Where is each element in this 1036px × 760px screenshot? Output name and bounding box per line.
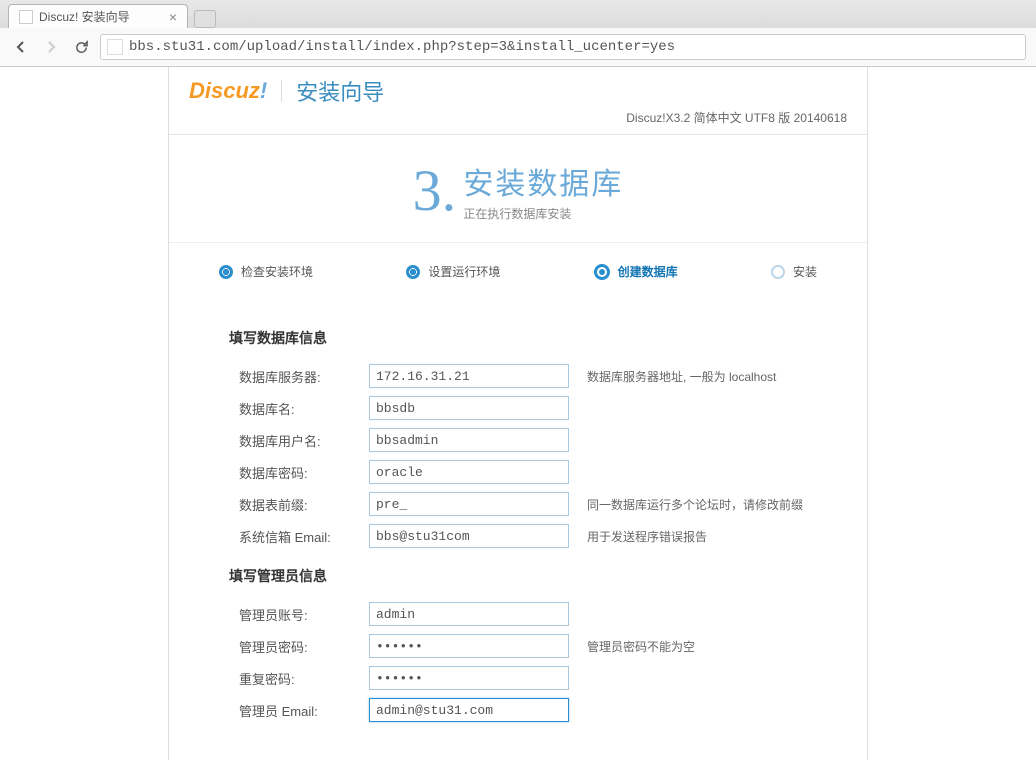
admin-pass-label: 管理员密码: (229, 637, 369, 656)
back-button[interactable] (10, 36, 32, 58)
step-dot-icon (771, 265, 785, 279)
discuz-logo: Discuz! (189, 78, 267, 104)
db-email-label: 系统信箱 Email: (229, 527, 369, 546)
step-subtitle: 正在执行数据库安装 (463, 205, 623, 222)
installer-panel: Discuz! 安装向导 Discuz!X3.2 简体中文 UTF8 版 201… (168, 67, 868, 760)
reload-button[interactable] (70, 36, 92, 58)
db-prefix-label: 数据表前缀: (229, 495, 369, 514)
page-content: Discuz! 安装向导 Discuz!X3.2 简体中文 UTF8 版 201… (0, 67, 1036, 760)
row-admin-pass: 管理员密码: 管理员密码不能为空 (229, 634, 807, 658)
progress-step-check: 检查安装环境 (219, 263, 313, 280)
step-dot-icon (219, 265, 233, 279)
page-icon (19, 10, 33, 24)
db-server-label: 数据库服务器: (229, 367, 369, 386)
progress-step-env: 设置运行环境 (406, 263, 500, 280)
admin-email-label: 管理员 Email: (229, 701, 369, 720)
db-user-label: 数据库用户名: (229, 431, 369, 450)
address-bar[interactable]: bbs.stu31.com/upload/install/index.php?s… (100, 34, 1026, 60)
step-dot-active-icon (594, 264, 610, 280)
row-db-server: 数据库服务器: 数据库服务器地址, 一般为 localhost (229, 364, 807, 388)
admin-user-input[interactable] (369, 602, 569, 626)
url-text: bbs.stu31.com/upload/install/index.php?s… (129, 39, 675, 55)
progress-step-install: 安装 (771, 263, 817, 280)
tab-bar: Discuz! 安装向导 × (0, 0, 1036, 28)
installer-header: Discuz! 安装向导 Discuz!X3.2 简体中文 UTF8 版 201… (169, 67, 867, 135)
row-db-user: 数据库用户名: (229, 428, 807, 452)
admin-email-input[interactable] (369, 698, 569, 722)
row-db-email: 系统信箱 Email: 用于发送程序错误报告 (229, 524, 807, 548)
row-db-name: 数据库名: (229, 396, 807, 420)
admin-pass-input[interactable] (369, 634, 569, 658)
db-email-input[interactable] (369, 524, 569, 548)
arrow-right-icon (43, 39, 59, 55)
row-admin-email: 管理员 Email: (229, 698, 807, 722)
new-tab-button[interactable] (194, 10, 216, 28)
close-icon[interactable]: × (169, 10, 177, 24)
forward-button[interactable] (40, 36, 62, 58)
page-icon (107, 39, 123, 55)
version-text: Discuz!X3.2 简体中文 UTF8 版 20140618 (189, 107, 847, 132)
step-dot-icon (406, 265, 420, 279)
db-name-input[interactable] (369, 396, 569, 420)
progress-steps: 检查安装环境 设置运行环境 创建数据库 安装 (169, 243, 867, 290)
row-db-prefix: 数据表前缀: 同一数据库运行多个论坛时，请修改前缀 (229, 492, 807, 516)
db-name-label: 数据库名: (229, 399, 369, 418)
section-db-title: 填写数据库信息 (229, 328, 807, 348)
form-area: 填写数据库信息 数据库服务器: 数据库服务器地址, 一般为 localhost … (169, 290, 867, 760)
step-number: 3. (413, 157, 457, 224)
nav-bar: bbs.stu31.com/upload/install/index.php?s… (0, 28, 1036, 66)
separator (281, 80, 282, 102)
brand: Discuz! 安装向导 (189, 75, 847, 107)
step-hero: 3. 安装数据库 正在执行数据库安装 (169, 135, 867, 243)
db-pass-input[interactable] (369, 460, 569, 484)
db-server-hint: 数据库服务器地址, 一般为 localhost (587, 368, 776, 385)
db-user-input[interactable] (369, 428, 569, 452)
db-email-hint: 用于发送程序错误报告 (587, 528, 707, 545)
db-server-input[interactable] (369, 364, 569, 388)
admin-repass-label: 重复密码: (229, 669, 369, 688)
row-admin-user: 管理员账号: (229, 602, 807, 626)
row-db-pass: 数据库密码: (229, 460, 807, 484)
browser-chrome: Discuz! 安装向导 × bbs.stu31.com/upload/inst… (0, 0, 1036, 67)
arrow-left-icon (13, 39, 29, 55)
browser-tab[interactable]: Discuz! 安装向导 × (8, 4, 188, 28)
step-title: 安装数据库 (463, 159, 623, 203)
db-pass-label: 数据库密码: (229, 463, 369, 482)
admin-repass-input[interactable] (369, 666, 569, 690)
progress-step-db: 创建数据库 (594, 263, 678, 280)
admin-user-label: 管理员账号: (229, 605, 369, 624)
reload-icon (74, 40, 89, 55)
tab-title: Discuz! 安装向导 (39, 8, 130, 25)
row-admin-repass: 重复密码: (229, 666, 807, 690)
db-prefix-hint: 同一数据库运行多个论坛时，请修改前缀 (587, 496, 803, 513)
section-admin-title: 填写管理员信息 (229, 566, 807, 586)
db-prefix-input[interactable] (369, 492, 569, 516)
header-subtitle: 安装向导 (296, 75, 384, 107)
